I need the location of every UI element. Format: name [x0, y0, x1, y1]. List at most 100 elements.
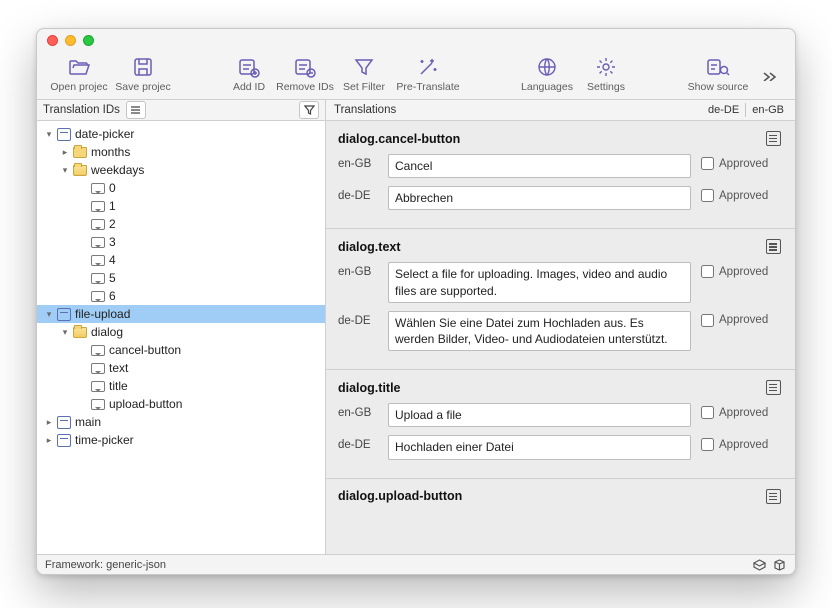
approved-checkbox[interactable]: Approved — [701, 311, 781, 327]
note-icon[interactable] — [766, 239, 781, 254]
content: ▾ date-picker ▸ months ▾ weekdays 0 1 2 — [37, 121, 795, 554]
note-icon[interactable] — [766, 380, 781, 395]
pretranslate-button[interactable]: Pre-Translate — [391, 53, 465, 93]
tree-pane[interactable]: ▾ date-picker ▸ months ▾ weekdays 0 1 2 — [37, 121, 326, 554]
status-box-icon[interactable] — [751, 558, 767, 572]
string-icon — [91, 201, 105, 212]
filter-icon — [353, 53, 375, 81]
approved-checkbox[interactable]: Approved — [701, 262, 781, 278]
tree-item-dialog[interactable]: ▾ dialog — [37, 323, 325, 341]
tree-item-cancel-button[interactable]: cancel-button — [37, 341, 325, 359]
save-icon — [132, 53, 154, 81]
lang-label-en: en-GB — [338, 154, 378, 170]
settings-button[interactable]: Settings — [579, 53, 633, 93]
minimize-window-button[interactable] — [65, 35, 76, 46]
gear-icon — [595, 53, 617, 81]
translation-entry: dialog.text en-GB Select a file for uplo… — [326, 229, 795, 370]
lang-label-de: de-DE — [338, 311, 378, 327]
tree-item-months[interactable]: ▸ months — [37, 143, 325, 161]
tree-item-main[interactable]: ▸ main — [37, 413, 325, 431]
tree-item-weekday-3[interactable]: 3 — [37, 233, 325, 251]
add-id-button[interactable]: Add ID — [225, 53, 273, 93]
lang-label-de: de-DE — [338, 435, 378, 451]
filter-tree-button[interactable] — [299, 101, 319, 119]
folder-open-icon — [73, 165, 87, 176]
approved-checkbox[interactable]: Approved — [701, 186, 781, 202]
module-icon — [57, 434, 71, 447]
translation-entry: dialog.cancel-button en-GB Cancel Approv… — [326, 121, 795, 229]
tree-item-weekday-4[interactable]: 4 — [37, 251, 325, 269]
tree-item-weekday-1[interactable]: 1 — [37, 197, 325, 215]
string-icon — [91, 183, 105, 194]
panel-headers: Translation IDs Translations de-DE en-GB — [37, 100, 795, 121]
set-filter-label: Set Filter — [343, 81, 385, 93]
show-source-icon — [705, 53, 731, 81]
toolbar-overflow-button[interactable] — [757, 62, 785, 90]
string-icon — [91, 381, 105, 392]
module-icon — [57, 416, 71, 429]
translation-field-en[interactable]: Cancel — [388, 154, 691, 178]
list-mode-button[interactable] — [126, 101, 146, 119]
lang-label-en: en-GB — [338, 262, 378, 278]
note-icon[interactable] — [766, 489, 781, 504]
save-project-button[interactable]: Save projec — [111, 53, 175, 93]
lang-de-tag[interactable]: de-DE — [703, 103, 744, 117]
string-icon — [91, 291, 105, 302]
approved-checkbox[interactable]: Approved — [701, 403, 781, 419]
tree-item-weekdays[interactable]: ▾ weekdays — [37, 161, 325, 179]
remove-ids-button[interactable]: Remove IDs — [273, 53, 337, 93]
status-cube-icon[interactable] — [771, 558, 787, 572]
tree-item-weekday-0[interactable]: 0 — [37, 179, 325, 197]
languages-button[interactable]: Languages — [515, 53, 579, 93]
translation-field-de[interactable]: Wählen Sie eine Datei zum Hochladen aus.… — [388, 311, 691, 351]
string-icon — [91, 399, 105, 410]
tree-item-weekday-6[interactable]: 6 — [37, 287, 325, 305]
approved-checkbox[interactable]: Approved — [701, 435, 781, 451]
add-id-icon — [237, 53, 261, 81]
module-icon — [57, 308, 71, 321]
tree-item-weekday-5[interactable]: 5 — [37, 269, 325, 287]
string-icon — [91, 237, 105, 248]
string-icon — [91, 219, 105, 230]
show-source-button[interactable]: Show source — [683, 53, 753, 93]
globe-icon — [536, 53, 558, 81]
tree-item-file-upload[interactable]: ▾ file-upload — [37, 305, 325, 323]
status-text: Framework: generic-json — [45, 559, 166, 571]
right-panel-title: Translations — [334, 104, 703, 116]
tree-item-text[interactable]: text — [37, 359, 325, 377]
save-project-label: Save projec — [115, 81, 170, 93]
add-id-label: Add ID — [233, 81, 265, 93]
tree-item-title[interactable]: title — [37, 377, 325, 395]
translation-field-en[interactable]: Upload a file — [388, 403, 691, 427]
folder-icon — [73, 147, 87, 158]
approved-checkbox[interactable]: Approved — [701, 154, 781, 170]
lang-label-de: de-DE — [338, 186, 378, 202]
tree-item-time-picker[interactable]: ▸ time-picker — [37, 431, 325, 449]
show-source-label: Show source — [688, 81, 749, 93]
wand-icon — [416, 53, 440, 81]
translation-field-de[interactable]: Hochladen einer Datei — [388, 435, 691, 459]
string-icon — [91, 273, 105, 284]
settings-label: Settings — [587, 81, 625, 93]
set-filter-button[interactable]: Set Filter — [337, 53, 391, 93]
tree-item-upload-button[interactable]: upload-button — [37, 395, 325, 413]
tree-item-date-picker[interactable]: ▾ date-picker — [37, 125, 325, 143]
tree-item-weekday-2[interactable]: 2 — [37, 215, 325, 233]
folder-open-icon — [67, 53, 91, 81]
translation-field-en[interactable]: Select a file for uploading. Images, vid… — [388, 262, 691, 302]
lang-label-en: en-GB — [338, 403, 378, 419]
folder-open-icon — [73, 327, 87, 338]
translations-pane[interactable]: dialog.cancel-button en-GB Cancel Approv… — [326, 121, 795, 554]
zoom-window-button[interactable] — [83, 35, 94, 46]
translation-key: dialog.text — [338, 240, 766, 254]
note-icon[interactable] — [766, 131, 781, 146]
app-window: Open projec Save projec Add ID Remove ID… — [36, 28, 796, 575]
string-icon — [91, 363, 105, 374]
statusbar: Framework: generic-json — [37, 554, 795, 574]
translation-field-de[interactable]: Abbrechen — [388, 186, 691, 210]
toolbar: Open projec Save projec Add ID Remove ID… — [37, 51, 795, 100]
open-project-button[interactable]: Open projec — [47, 53, 111, 93]
close-window-button[interactable] — [47, 35, 58, 46]
lang-en-tag[interactable]: en-GB — [747, 103, 789, 117]
translation-entry: dialog.title en-GB Upload a file Approve… — [326, 370, 795, 478]
